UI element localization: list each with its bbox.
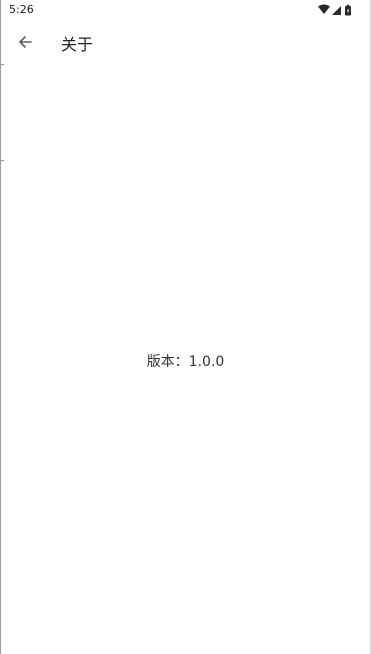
status-icons xyxy=(318,4,352,16)
battery-icon xyxy=(345,4,351,16)
page-title: 关于 xyxy=(61,35,94,54)
cellular-signal-icon xyxy=(332,6,341,15)
status-icon-group xyxy=(318,4,351,16)
status-bar: 5:26 xyxy=(1,0,370,20)
wifi-icon xyxy=(318,4,330,14)
about-screen: 5:26 关于 版本：1.0.0 xyxy=(0,0,371,654)
app-bar: 关于 xyxy=(1,20,370,64)
back-button[interactable] xyxy=(11,28,39,56)
edge-divider xyxy=(1,160,4,161)
status-time: 5:26 xyxy=(9,3,34,16)
version-text: 版本：1.0.0 xyxy=(146,354,225,370)
arrow-left-icon xyxy=(19,36,32,48)
edge-divider xyxy=(1,64,4,65)
